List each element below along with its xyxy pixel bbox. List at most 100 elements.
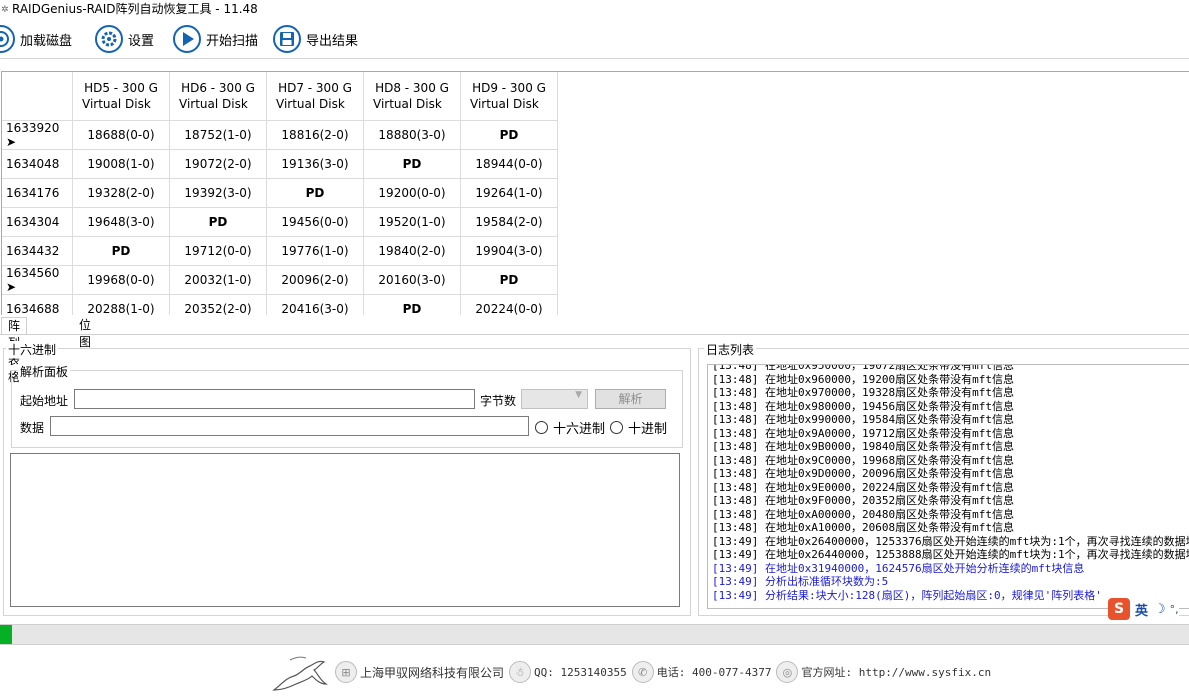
bytes-select[interactable]: ▼ <box>521 389 588 409</box>
log-line: [13:48] 在地址0x9B0000，19840扇区处条带没有mft信息 <box>712 440 1014 453</box>
table-cell[interactable]: 19968(0-0) <box>72 265 170 295</box>
table-cell[interactable]: 19776(1-0) <box>266 236 364 266</box>
column-header-name: HD6 - 300 G <box>181 81 255 95</box>
log-line: [13:48] 在地址0x990000，19584扇区处条带没有mft信息 <box>712 413 1014 426</box>
sogou-logo-icon: S <box>1108 598 1130 620</box>
table-cell[interactable]: PD <box>72 236 170 266</box>
row-header-sector: 1634688 <box>2 294 73 315</box>
table-row[interactable]: 1634560 ➤ 19968(0-0) 20032(1-0) 20096(2-0) 2… <box>2 265 558 295</box>
radio-hex-label: 十六进制 <box>553 422 606 437</box>
table-cell[interactable]: PD <box>460 265 558 295</box>
table-cell[interactable]: 18944(0-0) <box>460 149 558 179</box>
table-cell[interactable]: 20416(3-0) <box>266 294 364 315</box>
column-header-sub: Virtual Disk <box>179 97 248 111</box>
raid-grid[interactable]: HD5 - 300 G Virtual Disk HD6 - 300 G Virtu… <box>1 71 1189 315</box>
table-cell[interactable]: PD <box>169 207 267 237</box>
radio-hex[interactable]: 十六进制 <box>535 418 605 437</box>
log-line: [13:48] 在地址0xA00000，20480扇区处条带没有mft信息 <box>712 507 1014 521</box>
log-line: [13:48] 在地址0x9A0000，19712扇区处条带没有mft信息 <box>712 426 1014 440</box>
column-header-sub: Virtual Disk <box>373 97 442 111</box>
table-cell[interactable]: 19648(3-0) <box>72 207 170 237</box>
settings-button[interactable]: 设置 <box>94 22 154 56</box>
tab-bitmap[interactable]: 位图 <box>73 317 97 349</box>
export-label: 导出结果 <box>306 33 359 49</box>
corner-header <box>2 72 73 121</box>
phone-icon: ✆ <box>631 661 654 683</box>
table-row[interactable]: 1634048 19008(1-0) 19072(2-0) 19136(3-0) PD 1… <box>2 149 558 179</box>
table-cell[interactable]: PD <box>363 149 461 179</box>
app-icon: ✲ <box>1 5 9 15</box>
table-row[interactable]: 1634176 19328(2-0) 19392(3-0) PD 19200(0-0) 1… <box>2 178 558 208</box>
table-cell[interactable]: 19584(2-0) <box>460 207 558 237</box>
export-button[interactable]: 导出结果 <box>272 22 358 56</box>
table-cell[interactable]: 19712(0-0) <box>169 236 267 266</box>
column-header[interactable]: HD7 - 300 G Virtual Disk <box>266 72 364 121</box>
ime-language-label: 英 <box>1135 603 1149 619</box>
column-header[interactable]: HD6 - 300 G Virtual Disk <box>169 72 267 121</box>
data-input[interactable] <box>50 416 529 436</box>
table-cell[interactable]: 20032(1-0) <box>169 265 267 295</box>
log-line: [13:48] 在地址0xA10000，20608扇区处条带没有mft信息 <box>712 521 1014 534</box>
table-cell[interactable]: 19904(3-0) <box>460 236 558 266</box>
title-bar: ✲ RAIDGenius-RAID阵列自动恢复工具 - 11.48 <box>0 0 1189 16</box>
company-name: 上海甲驭网络科技有限公司 <box>360 665 505 680</box>
table-cell[interactable]: 19264(1-0) <box>460 178 558 208</box>
window-title: RAIDGenius-RAID阵列自动恢复工具 - 11.48 <box>12 2 258 16</box>
table-cell[interactable]: 18688(0-0) <box>72 120 170 150</box>
start-scan-button[interactable]: 开始扫描 <box>172 22 258 56</box>
table-cell[interactable]: 19456(0-0) <box>266 207 364 237</box>
column-header-name: HD9 - 300 G <box>472 81 546 95</box>
disk-icon <box>0 25 15 53</box>
table-row[interactable]: 1634432 PD 19712(0-0) 19776(1-0) 19840(2-0) 1… <box>2 236 558 266</box>
table-cell[interactable]: 19392(3-0) <box>169 178 267 208</box>
hex-group-title: 十六进制 <box>6 341 59 358</box>
radio-circle-icon <box>610 421 623 434</box>
qq-number: QQ: 1253140355 <box>534 665 627 679</box>
table-cell[interactable]: 18880(3-0) <box>363 120 461 150</box>
table-cell[interactable]: 19520(1-0) <box>363 207 461 237</box>
log-group-title: 日志列表 <box>704 341 757 358</box>
table-cell[interactable]: 20160(3-0) <box>363 265 461 295</box>
table-cell[interactable]: 19200(0-0) <box>363 178 461 208</box>
table-cell[interactable]: 19328(2-0) <box>72 178 170 208</box>
column-header-sub: Virtual Disk <box>470 97 539 111</box>
table-cell[interactable]: PD <box>460 120 558 150</box>
column-header[interactable]: HD9 - 300 G Virtual Disk <box>460 72 558 121</box>
table-row[interactable]: 1633920 ➤ 18688(0-0) 18752(1-0) 18816(2-0) 1… <box>2 120 558 150</box>
table-row[interactable]: 1634688 20288(1-0) 20352(2-0) 20416(3-0) PD 2… <box>2 294 558 315</box>
radio-dec[interactable]: 十进制 <box>610 418 667 437</box>
table-cell[interactable]: PD <box>266 178 364 208</box>
chevron-down-icon: ▼ <box>575 390 582 400</box>
start-addr-label: 起始地址 <box>20 394 69 408</box>
save-icon <box>273 25 301 53</box>
moon-icon: ☽ <box>1154 601 1166 617</box>
parse-button[interactable]: 解析 <box>595 389 666 409</box>
table-row[interactable]: 1634304 19648(3-0) PD 19456(0-0) 19520(1-0) 1… <box>2 207 558 237</box>
table-cell[interactable]: 19840(2-0) <box>363 236 461 266</box>
start-addr-input[interactable] <box>74 389 475 409</box>
table-cell[interactable]: 18816(2-0) <box>266 120 364 150</box>
hex-textarea[interactable] <box>10 453 680 607</box>
footer: ⊞ 上海甲驭网络科技有限公司 ☃ QQ: 1253140355 ✆ 电话: 40… <box>270 650 993 694</box>
table-cell[interactable]: 19008(1-0) <box>72 149 170 179</box>
load-disk-button[interactable]: 加载磁盘 <box>0 22 72 56</box>
table-cell[interactable]: 19136(3-0) <box>266 149 364 179</box>
table-cell[interactable]: 20096(2-0) <box>266 265 364 295</box>
tab-array-table[interactable]: 阵列表格 <box>1 317 28 384</box>
ime-indicator[interactable]: S 英 ☽ °, <box>1108 597 1179 621</box>
table-cell[interactable]: 19072(2-0) <box>169 149 267 179</box>
table-cell[interactable]: 20352(2-0) <box>169 294 267 315</box>
column-header[interactable]: HD5 - 300 G Virtual Disk <box>72 72 170 121</box>
log-line: [13:48] 在地址0x950000，19072扇区处条带没有mft信息 <box>712 364 1014 372</box>
table-cell[interactable]: 20288(1-0) <box>72 294 170 315</box>
table-cell[interactable]: PD <box>363 294 461 315</box>
data-label: 数据 <box>20 421 45 435</box>
tab-divider <box>0 334 1189 335</box>
table-cell[interactable]: 20224(0-0) <box>460 294 558 315</box>
table-cell[interactable]: 18752(1-0) <box>169 120 267 150</box>
log-list[interactable]: [13:48] 在地址0x950000，19072扇区处条带没有mft信息 [13… <box>707 364 1189 609</box>
log-line: [13:49] 分析出标准循环块数为:5 <box>712 575 889 588</box>
row-header-sector: 1634304 <box>2 207 73 237</box>
punctuation-icon: °, <box>1169 602 1179 616</box>
column-header[interactable]: HD8 - 300 G Virtual Disk <box>363 72 461 121</box>
